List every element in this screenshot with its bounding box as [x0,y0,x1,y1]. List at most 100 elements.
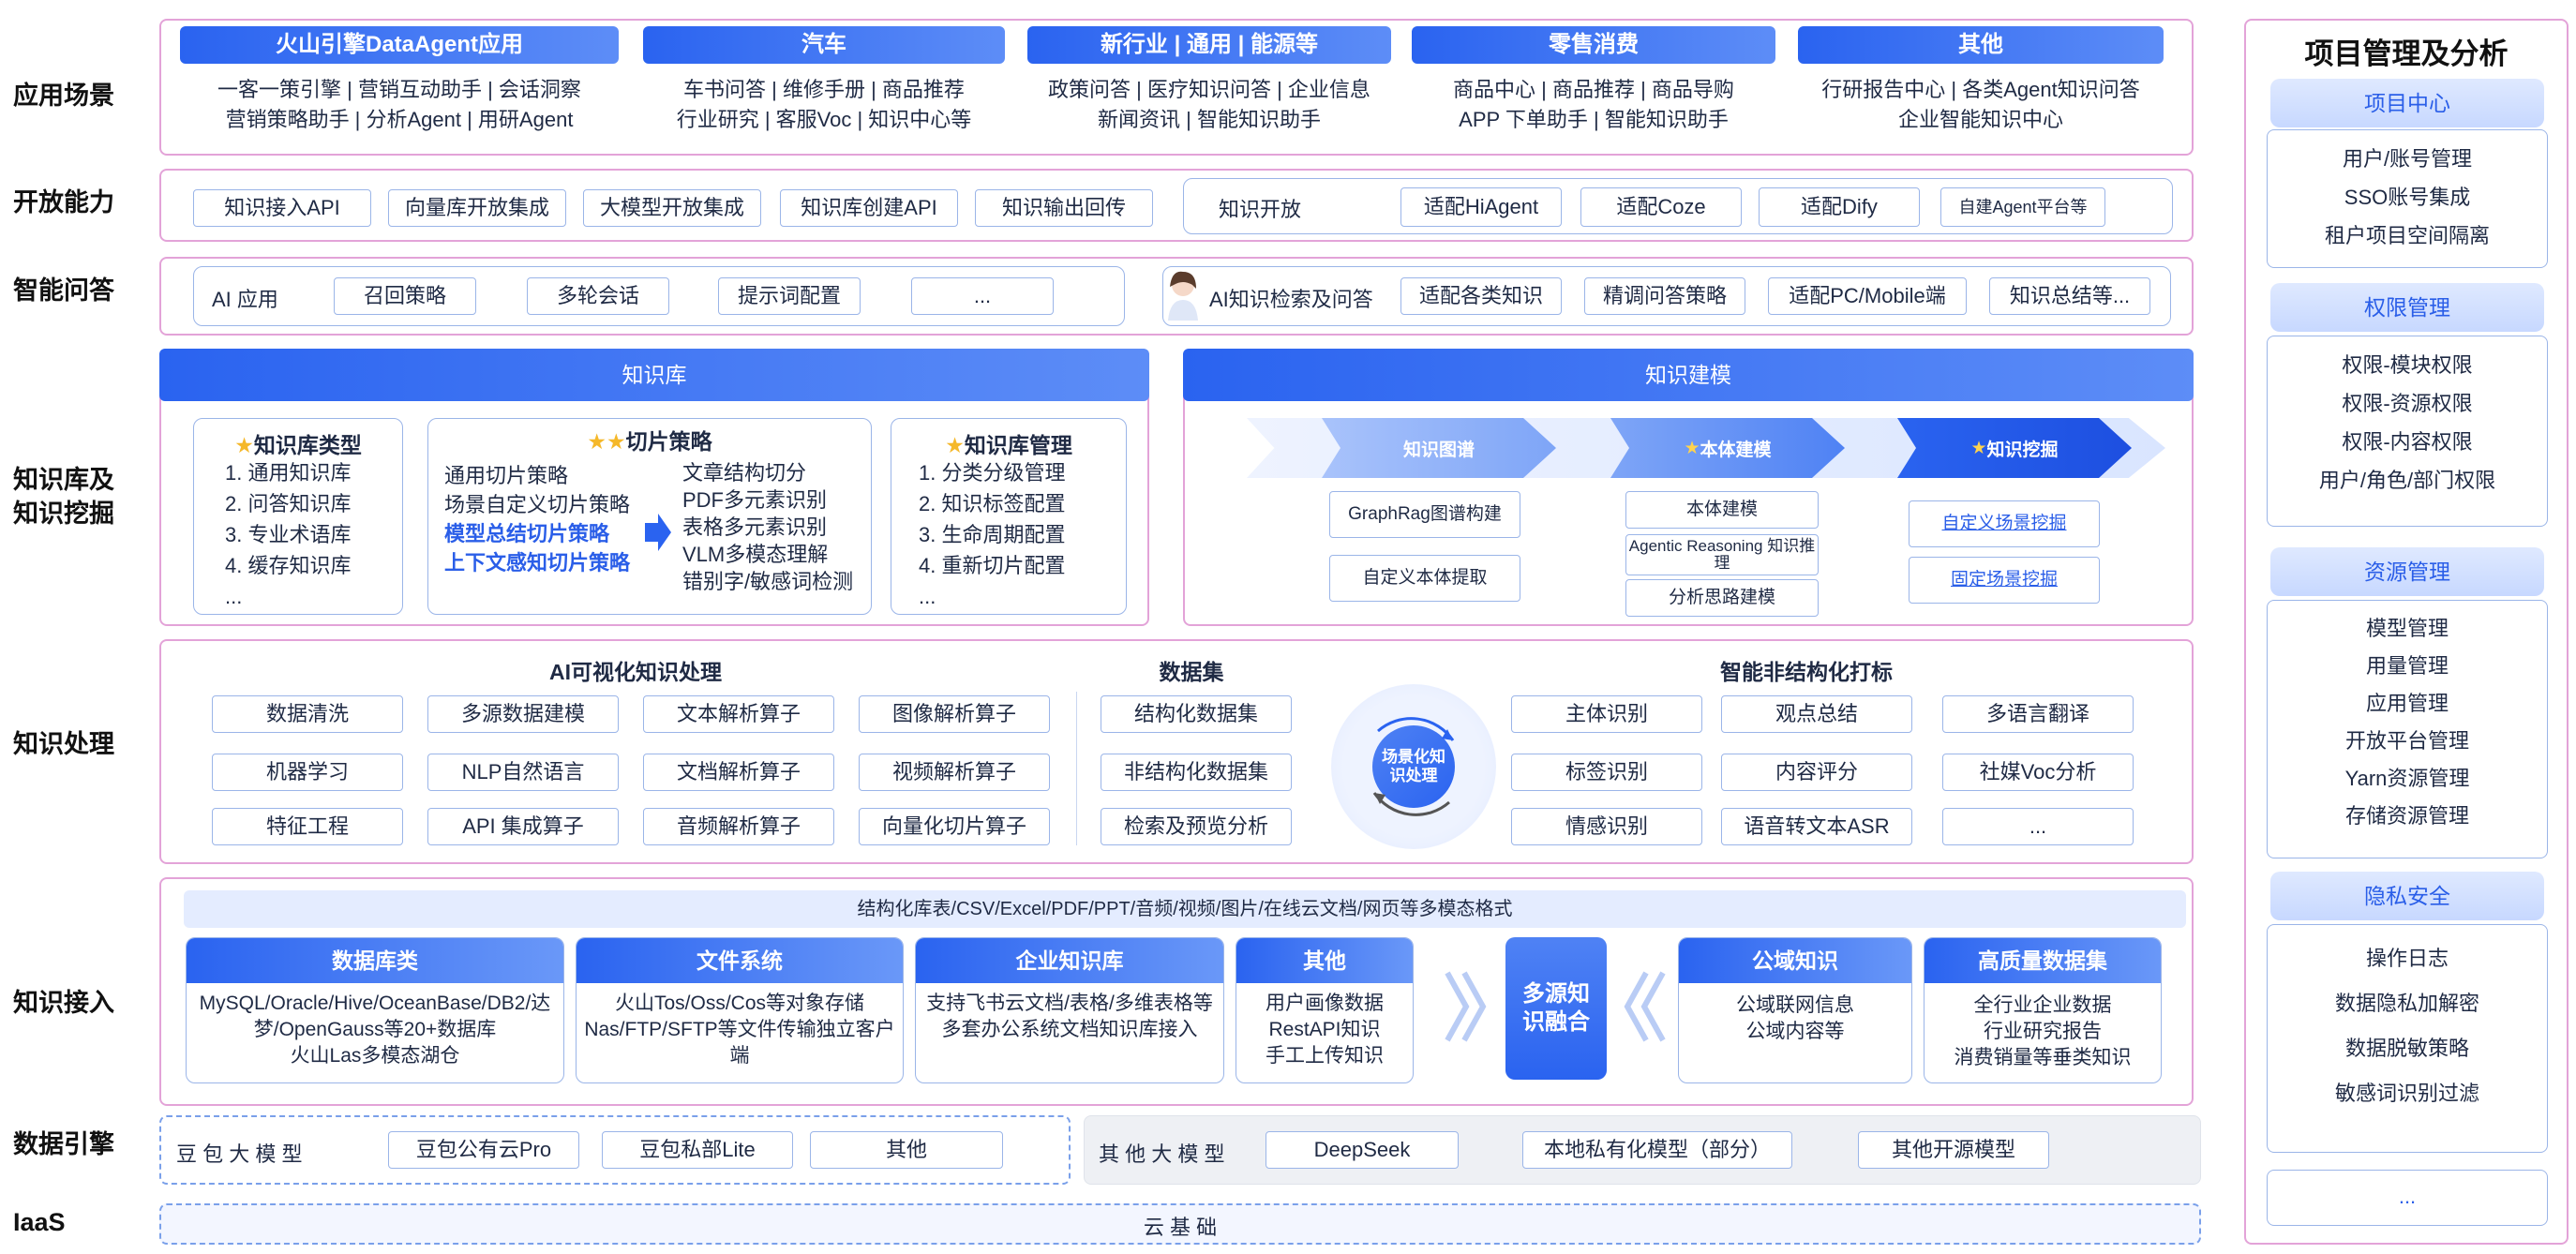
model-item: 分析思路建模 [1625,579,1819,617]
row-label-qa: 智能问答 [13,276,114,305]
side-item[interactable]: 权限-内容权限 [2268,423,2547,461]
side-group-head[interactable]: 资源管理 [2270,547,2544,596]
side-item[interactable]: 存储资源管理 [2268,798,2547,835]
qa-adapter[interactable]: 知识总结等... [1989,277,2150,315]
ai-operator[interactable]: NLP自然语言 [427,754,619,791]
side-more: ... [2267,1170,2548,1226]
tag-item[interactable]: 情感识别 [1511,808,1702,845]
ai-operator[interactable]: 数据清洗 [212,695,403,733]
side-item[interactable]: SSO账号集成 [2268,178,2547,216]
open-adapter[interactable]: 适配HiAgent [1400,187,1562,227]
list-item: 场景自定义切片策略 [444,493,631,516]
side-item[interactable]: 权限-模块权限 [2268,346,2547,384]
qa-item[interactable]: 多轮会话 [527,277,669,315]
ai-operator[interactable]: 多源数据建模 [427,695,619,733]
model-option[interactable]: 其他开源模型 [1858,1131,2049,1169]
side-item[interactable]: 数据隐私加解密 [2268,981,2547,1026]
open-item[interactable]: 大模型开放集成 [583,189,761,227]
tag-item[interactable]: 观点总结 [1721,695,1912,733]
ai-operator[interactable]: 图像解析算子 [859,695,1050,733]
tag-item[interactable]: ... [1942,808,2134,845]
dataset-item[interactable]: 非结构化数据集 [1101,754,1292,791]
ai-operator[interactable]: 向量化切片算子 [859,808,1050,845]
side-group-head[interactable]: 项目中心 [2270,79,2544,127]
tag-item[interactable]: 主体识别 [1511,695,1702,733]
open-item[interactable]: 知识输出回传 [975,189,1153,227]
list-item: 文章结构切分 [682,461,807,485]
side-group-box: 权限-模块权限 权限-资源权限 权限-内容权限 用户/角色/部门权限 [2267,336,2548,527]
side-item[interactable]: 用量管理 [2268,648,2547,685]
ai-process-title: AI可视化知识处理 [549,660,722,684]
source-block-body: 公域联网信息 公域内容等 [1736,994,1854,1042]
qa-adapter[interactable]: 精调问答策略 [1584,277,1745,315]
side-group-head[interactable]: 隐私安全 [2270,872,2544,920]
scenario-line: 新闻资讯 | 智能知识助手 [1098,108,1321,131]
open-adapter[interactable]: 适配Dify [1759,187,1920,227]
list-item: ... [225,585,243,608]
qa-item[interactable]: ... [911,277,1054,315]
scenario-line: 企业智能知识中心 [1897,108,2063,131]
list-item: 模型总结切片策略 [444,522,610,545]
ai-operator[interactable]: 文档解析算子 [643,754,834,791]
open-item[interactable]: 知识库创建API [780,189,958,227]
ai-operator[interactable]: 音频解析算子 [643,808,834,845]
tag-item[interactable]: 多语言翻译 [1942,695,2134,733]
ai-operator[interactable]: 机器学习 [212,754,403,791]
qa-adapter[interactable]: 适配各类知识 [1400,277,1562,315]
ai-operator[interactable]: 文本解析算子 [643,695,834,733]
qa-right-label: AI知识检索及问答 [1209,288,1373,311]
scenario-title: 火山引擎DataAgent应用 [180,26,619,64]
dataset-item[interactable]: 检索及预览分析 [1101,808,1292,845]
side-item[interactable]: 开放平台管理 [2268,723,2547,760]
scenario-line: 行业研究 | 客服Voc | 知识中心等 [676,108,972,131]
qa-item[interactable]: 召回策略 [334,277,476,315]
scenario-title: 其他 [1798,26,2164,64]
side-item[interactable]: Yarn资源管理 [2268,760,2547,798]
engine-left-label: 豆 包 大 模 型 [176,1142,303,1166]
side-item[interactable]: 用户/账号管理 [2268,140,2547,178]
tag-item[interactable]: 语音转文本ASR [1721,808,1912,845]
open-item[interactable]: 知识接入API [193,189,371,227]
side-item[interactable]: 租户项目空间隔离 [2268,216,2547,255]
side-item[interactable]: 应用管理 [2268,685,2547,723]
model-title: 知识建模 [1183,349,2194,401]
open-adapter[interactable]: 适配Coze [1580,187,1742,227]
kb-slice-title: ★★切片策略 [587,429,712,454]
qa-item[interactable]: 提示词配置 [718,277,861,315]
model-option[interactable]: 本地私有化模型（部分） [1522,1131,1792,1169]
side-item[interactable]: 权限-资源权限 [2268,384,2547,423]
model-option[interactable]: 其他 [810,1131,1003,1169]
tag-item[interactable]: 社媒Voc分析 [1942,754,2134,791]
star-icon: ★ [945,433,965,457]
model-option[interactable]: 豆包私部Lite [602,1131,793,1169]
ai-operator[interactable]: 特征工程 [212,808,403,845]
side-item[interactable]: 敏感词识别过滤 [2268,1071,2547,1116]
side-item[interactable]: 模型管理 [2268,610,2547,648]
tag-item[interactable]: 内容评分 [1721,754,1912,791]
iaas-label: 云 基 础 [1143,1216,1218,1239]
list-item: 错别字/敏感词检测 [682,570,854,593]
side-group-head[interactable]: 权限管理 [2270,283,2544,332]
model-option[interactable]: 豆包公有云Pro [388,1131,579,1169]
side-item[interactable]: 用户/角色/部门权限 [2268,461,2547,500]
model-option[interactable]: DeepSeek [1266,1131,1459,1169]
model-item: 固定场景挖掘 [1909,557,2100,604]
ai-operator[interactable]: API 集成算子 [427,808,619,845]
source-block-title: 其他 [1236,938,1413,983]
source-block: 公域知识 公域联网信息 公域内容等 [1678,937,1912,1083]
model-item: GraphRag图谱构建 [1329,491,1520,538]
kb-types-list: 1. 通用知识库 2. 问答知识库 3. 专业术语库 4. 缓存知识库... [225,457,351,612]
open-item[interactable]: 向量库开放集成 [388,189,566,227]
star-icon: ★ [1684,438,1700,458]
qa-adapter[interactable]: 适配PC/Mobile端 [1768,277,1967,315]
model-item: 自定义本体提取 [1329,555,1520,602]
side-title: 项目管理及分析 [2304,37,2509,70]
ai-operator[interactable]: 视频解析算子 [859,754,1050,791]
side-item[interactable]: 数据脱敏策略 [2268,1026,2547,1071]
stage-knowledge-graph: 知识图谱 [1322,418,1556,478]
row-label-iaas: IaaS [13,1208,66,1236]
open-adapter[interactable]: 自建Agent平台等 [1940,187,2105,227]
side-item[interactable]: 操作日志 [2268,936,2547,981]
dataset-item[interactable]: 结构化数据集 [1101,695,1292,733]
tag-item[interactable]: 标签识别 [1511,754,1702,791]
